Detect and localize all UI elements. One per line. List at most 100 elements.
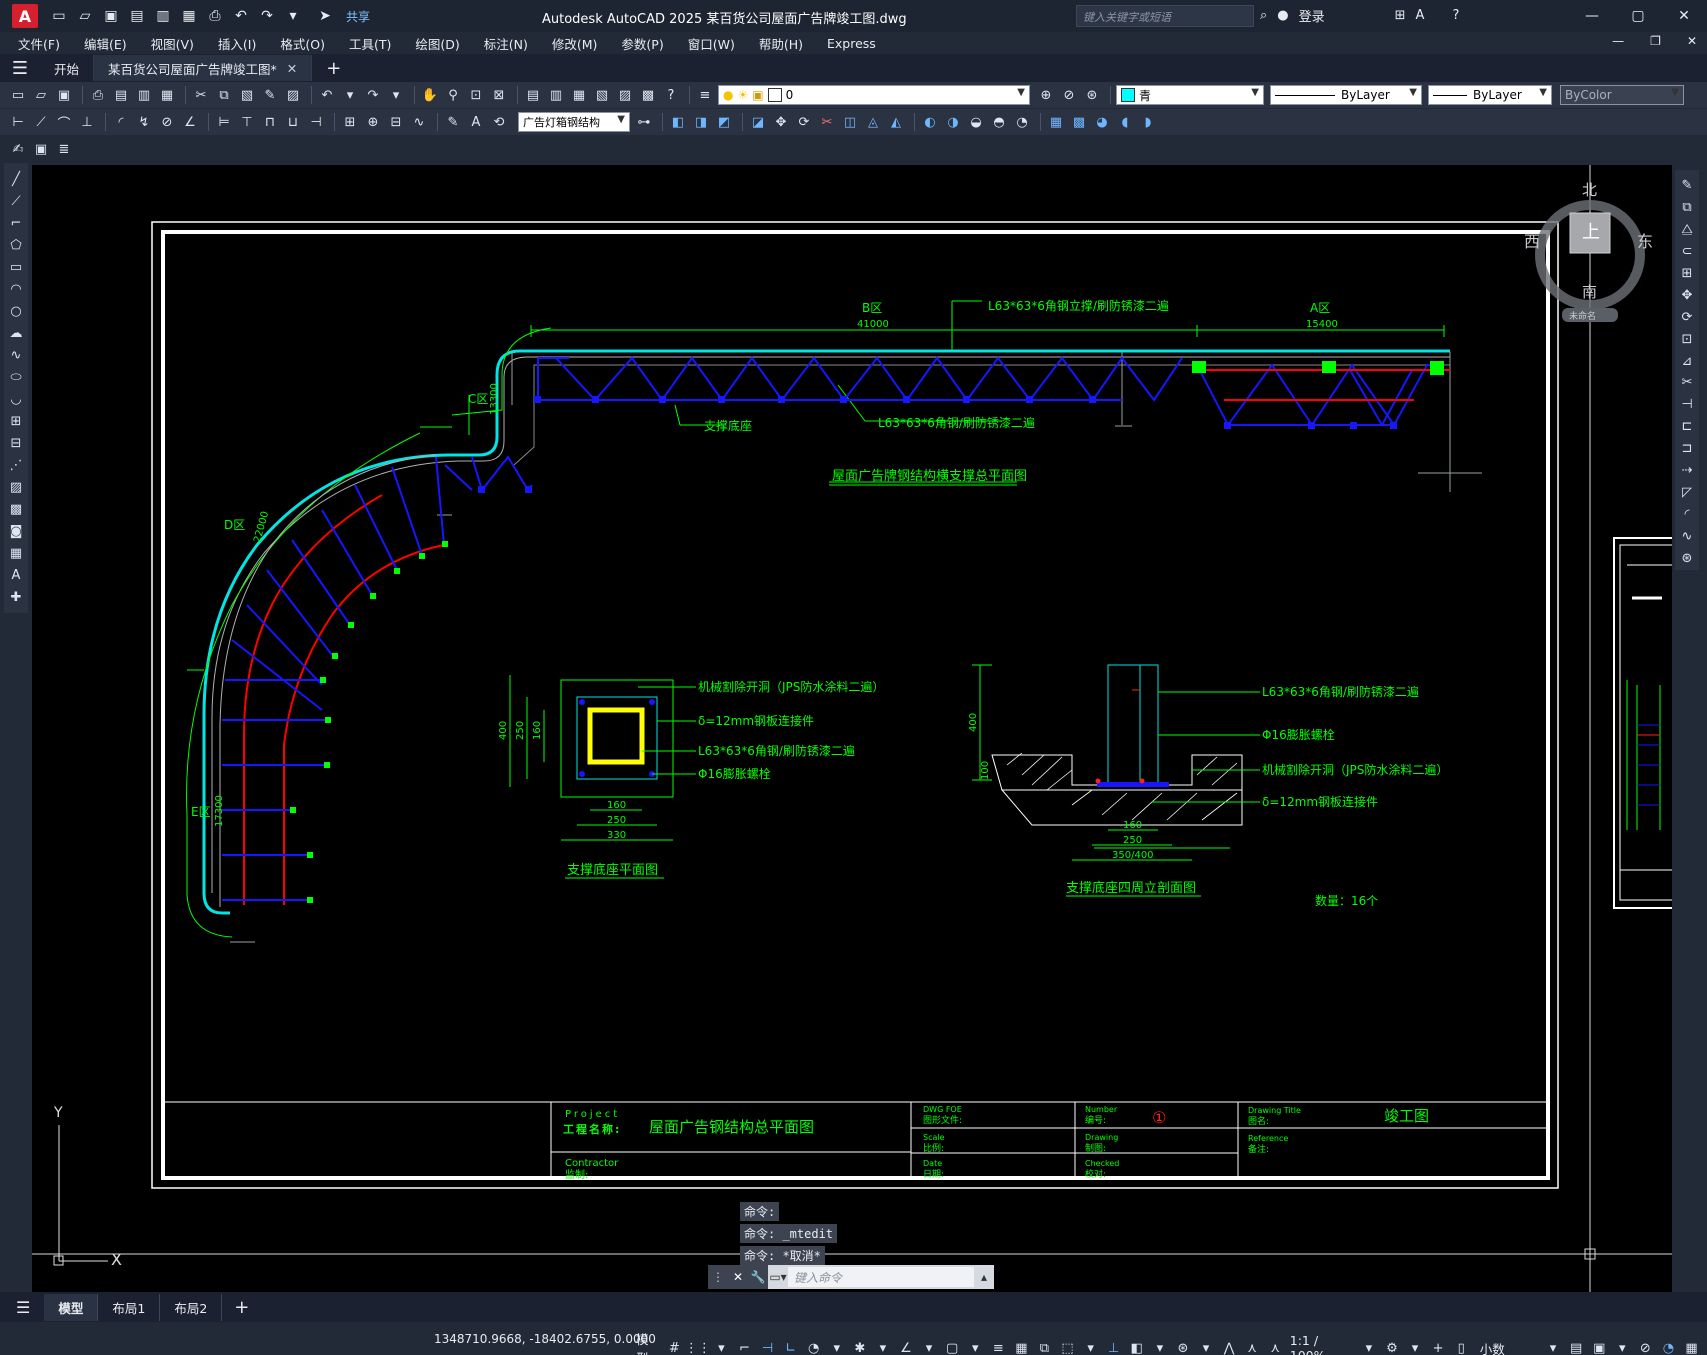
chevron-down-icon[interactable]: ▾ (386, 85, 406, 105)
tab-close-icon[interactable]: ✕ (287, 61, 297, 76)
move-icon[interactable]: ✥ (1677, 285, 1697, 305)
share-button[interactable]: 共享 (346, 8, 370, 25)
tab-layout2[interactable]: 布局2 (160, 1293, 223, 1321)
hamburger-menu-icon[interactable]: ☰ (16, 1298, 30, 1317)
layer-match-icon[interactable]: ⊛ (1082, 85, 1102, 105)
menu-insert[interactable]: 插入(I) (218, 34, 256, 53)
zoom-window-icon[interactable]: ⊡ (466, 85, 486, 105)
menu-help[interactable]: 帮助(H) (759, 34, 803, 53)
angular-dimension-icon[interactable]: ∠ (180, 112, 200, 132)
break-icon[interactable]: ⊐ (1677, 439, 1697, 459)
viewcube-north[interactable]: 北 (1582, 181, 1597, 199)
infer-constraints-icon[interactable]: ⌐ (736, 1339, 753, 1355)
rotate-icon[interactable]: ⟳ (1677, 307, 1697, 327)
model-space-button[interactable]: 模型 (636, 1329, 660, 1355)
offset-icon[interactable]: ⊂ (1677, 242, 1697, 262)
line-icon[interactable]: ╱ (6, 169, 26, 189)
save-icon[interactable]: ▣ (100, 5, 122, 27)
wcs-menu[interactable]: 未命名 (1569, 310, 1596, 322)
snap-icon[interactable]: ⋮⋮ (685, 1339, 711, 1355)
viewcube-south[interactable]: 南 (1582, 283, 1597, 301)
preview-icon[interactable]: ▤ (111, 85, 131, 105)
loft-icon[interactable]: ◕ (1092, 112, 1112, 132)
wrench-icon[interactable]: 🔧 (748, 1265, 768, 1289)
cut-icon[interactable]: ✂ (191, 85, 211, 105)
spline-icon[interactable]: ∿ (6, 345, 26, 365)
close-icon[interactable]: ✕ (728, 1265, 748, 1289)
menu-express[interactable]: Express (827, 36, 876, 51)
viewcube[interactable]: 上 北 南 西 东 未命名 (1524, 181, 1653, 322)
hamburger-menu-icon[interactable]: ☰ (0, 58, 40, 79)
command-grip-icon[interactable]: ⋮ (708, 1265, 728, 1289)
viewcube-west[interactable]: 西 (1524, 232, 1540, 251)
chevron-down-icon[interactable]: ▾ (874, 1339, 891, 1355)
menu-draw[interactable]: 绘图(D) (415, 34, 459, 53)
isodraft-icon[interactable]: ✱ (851, 1339, 868, 1355)
move-3d-icon[interactable]: ✥ (771, 112, 791, 132)
chevron-down-icon[interactable]: ▾ (1545, 1339, 1562, 1355)
revolve-icon[interactable]: ◗ (1138, 112, 1158, 132)
login-button[interactable]: 登录 (1299, 6, 1325, 25)
help-icon[interactable]: ? (1452, 8, 1459, 23)
3d-osnap-icon[interactable]: ⬚ (1059, 1339, 1076, 1355)
continue-dimension-icon[interactable]: ⊓ (260, 112, 280, 132)
box-icon[interactable]: ◧ (668, 112, 688, 132)
undo-icon[interactable]: ↶ (230, 5, 252, 27)
tool-palettes-icon[interactable]: ▦ (569, 85, 589, 105)
color-dropdown[interactable]: 青 ▼ (1116, 85, 1264, 105)
multiline-text-icon[interactable]: A (6, 565, 26, 585)
isolate-objects-icon[interactable]: ⊘ (1637, 1339, 1654, 1355)
chevron-down-icon[interactable]: ▾ (921, 1339, 938, 1355)
polygon-icon[interactable]: ⬠ (6, 235, 26, 255)
graphics-performance-icon[interactable]: ◔ (1660, 1339, 1677, 1355)
scale-icon[interactable]: ⊡ (1677, 329, 1697, 349)
menu-format[interactable]: 格式(O) (280, 34, 325, 53)
inspection-icon[interactable]: ⊟ (386, 112, 406, 132)
new-file-icon[interactable]: ▭ (48, 5, 70, 27)
break-at-point-icon[interactable]: ⊏ (1677, 417, 1697, 437)
new-icon[interactable]: ▭ (8, 85, 28, 105)
add-selected-icon[interactable]: ✚ (6, 587, 26, 607)
search-icon[interactable]: ⌕ (1260, 8, 1267, 23)
gradient-icon[interactable]: ▩ (6, 499, 26, 519)
dimension-break-icon[interactable]: ⊣ (306, 112, 326, 132)
close-icon[interactable]: ✕ (1661, 0, 1707, 32)
quick-dimension-icon[interactable]: ⊨ (214, 112, 234, 132)
menu-tools[interactable]: 工具(T) (349, 34, 391, 53)
chevron-down-icon[interactable]: ▾ (828, 1339, 845, 1355)
annotation-monitor-icon[interactable]: + (1430, 1339, 1447, 1355)
annotation-scale-value[interactable]: 1:1 / 100% (1290, 1333, 1355, 1355)
hatch-icon[interactable]: ▨ (6, 477, 26, 497)
publish-icon[interactable]: ▥ (152, 5, 174, 27)
extrude-icon[interactable]: ◪ (748, 112, 768, 132)
chevron-down-icon[interactable]: ▾ (1406, 1339, 1423, 1355)
explode-icon[interactable]: ⊛ (1677, 548, 1697, 568)
print-icon[interactable]: ⎙ (204, 5, 226, 27)
cylinder-icon[interactable]: ◨ (691, 112, 711, 132)
dynamic-input-icon[interactable]: ⊣ (759, 1339, 776, 1355)
gizmo-icon[interactable]: ⊛ (1174, 1339, 1191, 1355)
copy-icon[interactable]: ⧉ (214, 85, 234, 105)
diameter-dimension-icon[interactable]: ⊘ (157, 112, 177, 132)
redo-icon[interactable]: ↷ (363, 85, 383, 105)
ellipse-arc-icon[interactable]: ◡ (6, 389, 26, 409)
clean-screen-icon[interactable]: ▦ (1683, 1339, 1700, 1355)
command-input[interactable]: 键入命令 (788, 1267, 974, 1287)
pan-icon[interactable]: ✋ (420, 85, 440, 105)
jogged-dimension-icon[interactable]: ↯ (134, 112, 154, 132)
sweep-icon[interactable]: ◖ (1115, 112, 1135, 132)
plot-icon[interactable]: ▦ (178, 5, 200, 27)
units-value[interactable]: 小数 (1480, 1339, 1539, 1355)
ortho-icon[interactable]: ∟ (782, 1339, 799, 1355)
chevron-down-icon[interactable]: ▾ (1197, 1339, 1214, 1355)
menu-edit[interactable]: 编辑(E) (84, 34, 127, 53)
slice-icon[interactable]: ✂ (817, 112, 837, 132)
array-icon[interactable]: ⊞ (1677, 264, 1697, 284)
maximize-icon[interactable]: ▢ (1615, 0, 1661, 32)
dimension-style-icon[interactable]: ⊶ (634, 112, 654, 132)
extend-icon[interactable]: ⊣ (1677, 395, 1697, 415)
units-icon[interactable]: ▯ (1453, 1339, 1470, 1355)
render-icon[interactable]: ◑ (943, 112, 963, 132)
polyline-icon[interactable]: ⌐ (6, 213, 26, 233)
doc-restore-icon[interactable]: ❐ (1650, 34, 1661, 48)
